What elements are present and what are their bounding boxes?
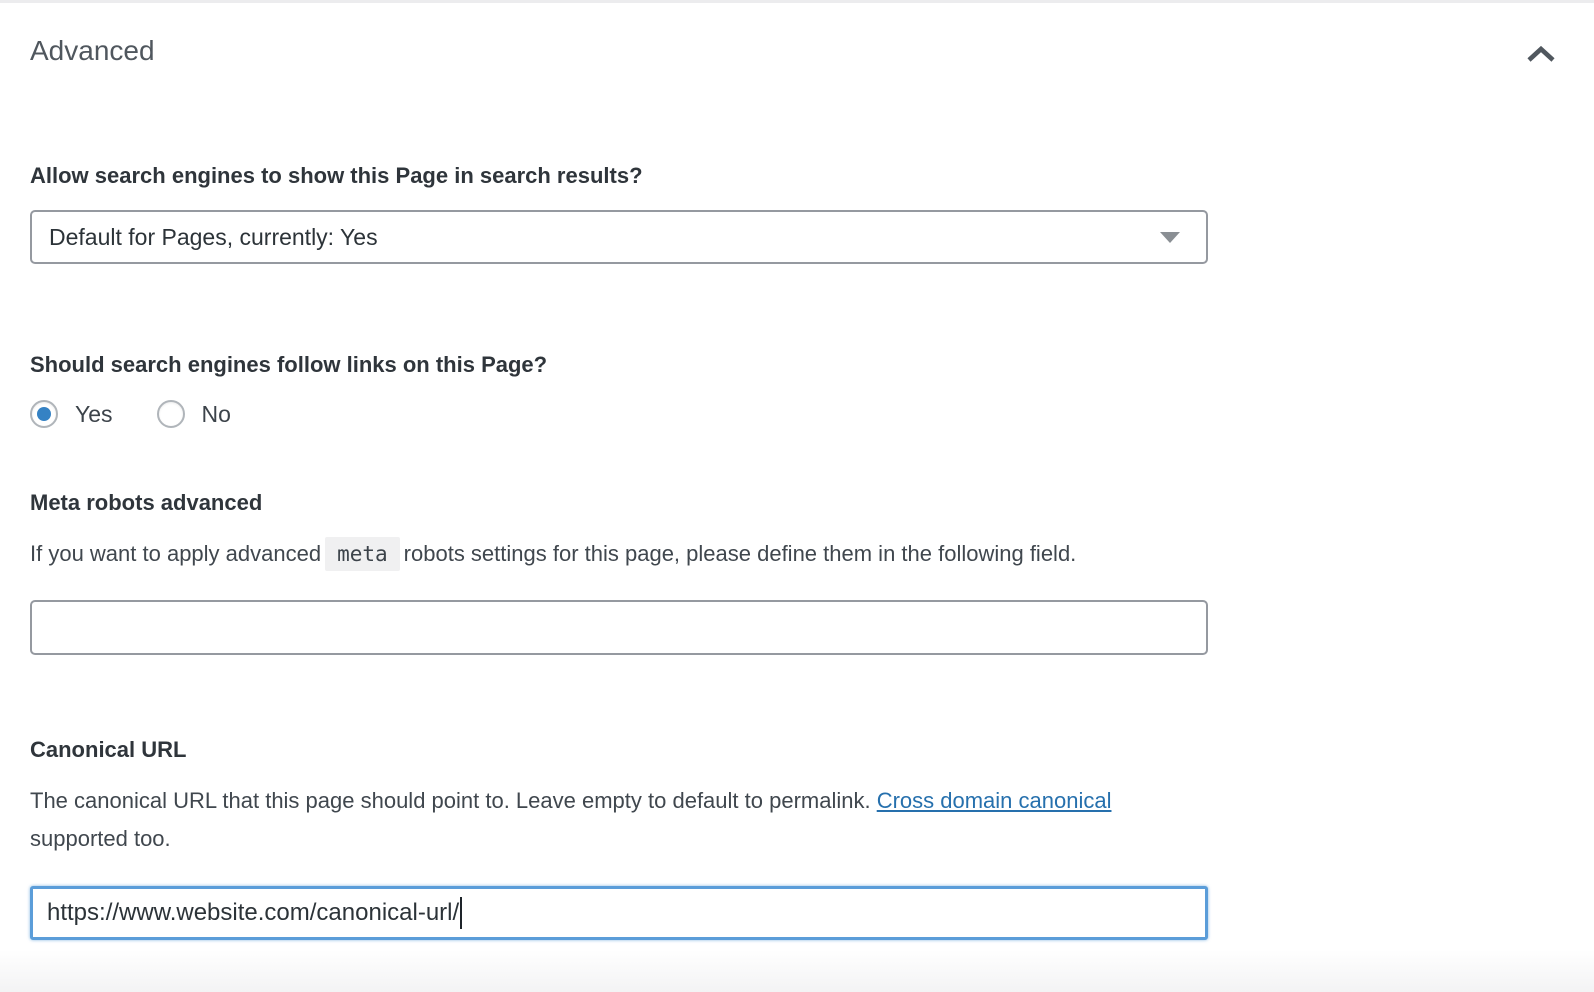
canonical-desc-before: The canonical URL that this page should … xyxy=(30,788,877,813)
canonical-url-value: https://www.website.com/canonical-url/ xyxy=(47,899,459,927)
text-cursor xyxy=(460,897,462,929)
canonical-desc-after: supported too. xyxy=(30,826,171,851)
follow-links-label: Should search engines follow links on th… xyxy=(30,352,1196,378)
canonical-url-label: Canonical URL xyxy=(30,737,1196,763)
radio-option-no-label: No xyxy=(202,401,231,428)
follow-links-section: Should search engines follow links on th… xyxy=(30,352,1196,428)
meta-robots-input[interactable] xyxy=(30,600,1208,655)
canonical-url-description: The canonical URL that this page should … xyxy=(30,782,1170,858)
search-visibility-label: Allow search engines to show this Page i… xyxy=(30,163,1196,189)
panel-content: Allow search engines to show this Page i… xyxy=(0,163,1196,940)
canonical-url-input[interactable]: https://www.website.com/canonical-url/ xyxy=(30,886,1208,940)
meta-robots-desc-before: If you want to apply advanced xyxy=(30,541,321,566)
meta-code-chip: meta xyxy=(325,537,400,571)
radio-option-yes[interactable]: Yes xyxy=(30,400,113,428)
radio-option-yes-label: Yes xyxy=(75,401,113,428)
follow-links-radio-group: Yes No xyxy=(30,400,1196,428)
meta-robots-label: Meta robots advanced xyxy=(30,490,1196,516)
panel-bottom-fade xyxy=(0,950,1594,992)
radio-selected-icon xyxy=(30,400,58,428)
meta-robots-section: Meta robots advanced If you want to appl… xyxy=(30,490,1196,655)
canonical-url-section: Canonical URL The canonical URL that thi… xyxy=(30,737,1196,940)
chevron-up-icon xyxy=(1526,51,1556,66)
search-visibility-select[interactable]: Default for Pages, currently: Yes xyxy=(30,210,1208,264)
search-visibility-selected-value: Default for Pages, currently: Yes xyxy=(49,224,378,251)
panel-title: Advanced xyxy=(30,29,155,73)
search-visibility-section: Allow search engines to show this Page i… xyxy=(30,163,1196,264)
collapse-panel-button[interactable] xyxy=(1520,35,1562,73)
cross-domain-canonical-link[interactable]: Cross domain canonical xyxy=(877,788,1112,813)
radio-option-no[interactable]: No xyxy=(157,400,231,428)
radio-unselected-icon xyxy=(157,400,185,428)
advanced-settings-panel: Advanced Allow search engines to show th… xyxy=(0,0,1594,992)
meta-robots-desc-after: robots settings for this page, please de… xyxy=(404,541,1077,566)
triangle-down-icon xyxy=(1160,232,1180,243)
meta-robots-description: If you want to apply advancedmetarobots … xyxy=(30,535,1170,573)
panel-header[interactable]: Advanced xyxy=(0,3,1594,73)
